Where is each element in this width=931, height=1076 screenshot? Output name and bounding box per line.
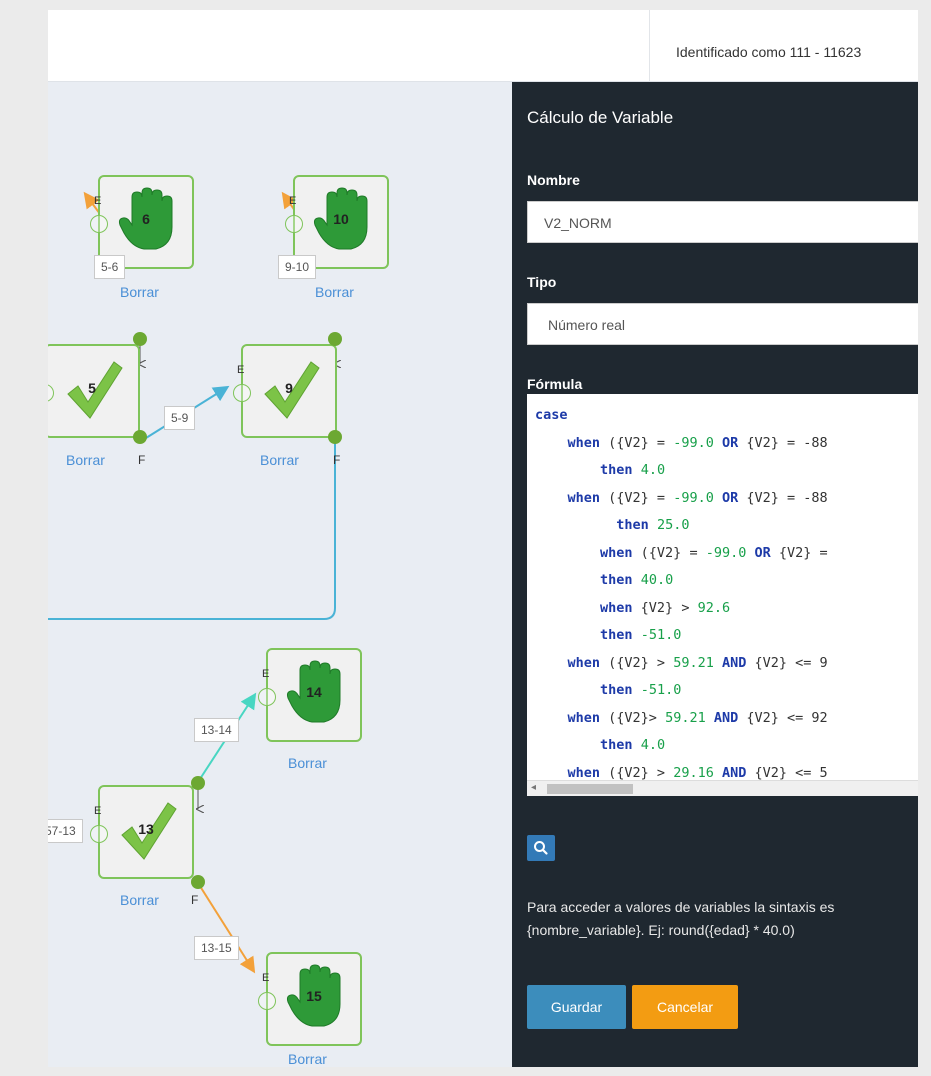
exit-port-dot[interactable] (133, 430, 147, 444)
navbar-divider (649, 10, 650, 82)
formula-field-label: Fórmula (527, 376, 583, 392)
flow-canvas[interactable]: E 6 Borrar E 10 Borrar 5 Borrar F E 9 Bo… (48, 82, 512, 1067)
entry-port-label: E (262, 668, 270, 680)
search-icon (534, 841, 548, 855)
app-window: Identificado como 111 - 11623 E 6 Borrar… (48, 10, 918, 1067)
entry-port-label: E (262, 972, 270, 984)
entry-port-label: E (237, 364, 245, 376)
exit-port-label: F (333, 453, 341, 467)
edge-label-9-10[interactable]: 9-10 (278, 255, 317, 279)
node-number: 13 (138, 821, 154, 837)
scrollbar-thumb[interactable] (547, 784, 633, 794)
delete-node-6-link[interactable]: Borrar (120, 284, 159, 300)
edge-label-57-13[interactable]: 57-13 (48, 819, 83, 843)
node-number: 14 (306, 684, 322, 700)
formula-code[interactable]: case when ({V2} = -99.0 OR {V2} = -88 th… (535, 402, 828, 787)
search-variables-button[interactable] (527, 835, 555, 861)
delete-node-14-link[interactable]: Borrar (288, 755, 327, 771)
edge-label-5-6[interactable]: 5-6 (94, 255, 126, 279)
type-select[interactable]: Número real (527, 303, 918, 345)
delete-node-13-link[interactable]: Borrar (120, 892, 159, 908)
entry-port-label: E (289, 195, 297, 207)
syntax-help-text: Para acceder a valores de variables la s… (527, 899, 835, 938)
entry-port-label: E (94, 805, 102, 817)
edge-label-5-9[interactable]: 5-9 (164, 406, 196, 430)
cancel-button[interactable]: Cancelar (632, 985, 738, 1029)
exit-port-label: F (191, 893, 199, 907)
edge-label-13-15[interactable]: 13-15 (194, 936, 239, 960)
edge-label-13-14[interactable]: 13-14 (194, 718, 239, 742)
scroll-left-arrow-icon[interactable]: ◂ (531, 782, 536, 793)
node-5[interactable]: 5 (48, 344, 140, 438)
type-field-label: Tipo (527, 274, 557, 290)
node-14[interactable]: E 14 (258, 648, 362, 742)
horizontal-scrollbar[interactable]: ◂ (527, 780, 918, 796)
logged-user-label: Identificado como 111 - 11623 (676, 44, 862, 60)
panel-title: Cálculo de Variable (527, 108, 674, 127)
node-9[interactable]: E 9 (233, 344, 337, 438)
entry-port-dot[interactable] (328, 332, 342, 346)
exit-port-dot[interactable] (191, 875, 205, 889)
variable-calculation-panel: Cálculo de Variable Nombre V2_NORM Tipo … (512, 82, 918, 1067)
node-number: 5 (88, 380, 96, 396)
node-15[interactable]: E 15 (258, 952, 362, 1046)
node-number: 9 (285, 380, 293, 396)
node-13[interactable]: E 13 (90, 785, 194, 879)
delete-node-15-link[interactable]: Borrar (288, 1051, 327, 1067)
node-number: 10 (333, 211, 349, 227)
save-button[interactable]: Guardar (527, 985, 626, 1029)
node-number: 15 (306, 988, 322, 1004)
entry-port-dot[interactable] (133, 332, 147, 346)
delete-node-9-link[interactable]: Borrar (260, 452, 299, 468)
entry-port-dot[interactable] (191, 776, 205, 790)
name-input[interactable]: V2_NORM (527, 201, 918, 243)
node-number: 6 (142, 211, 150, 227)
formula-editor[interactable]: case when ({V2} = -99.0 OR {V2} = -88 th… (527, 394, 918, 796)
name-field-label: Nombre (527, 172, 580, 188)
exit-port-dot[interactable] (328, 430, 342, 444)
delete-node-5-link[interactable]: Borrar (66, 452, 105, 468)
delete-node-10-link[interactable]: Borrar (315, 284, 354, 300)
top-navbar: Identificado como 111 - 11623 (48, 10, 918, 82)
entry-port-label: E (94, 195, 102, 207)
exit-port-label: F (138, 453, 146, 467)
